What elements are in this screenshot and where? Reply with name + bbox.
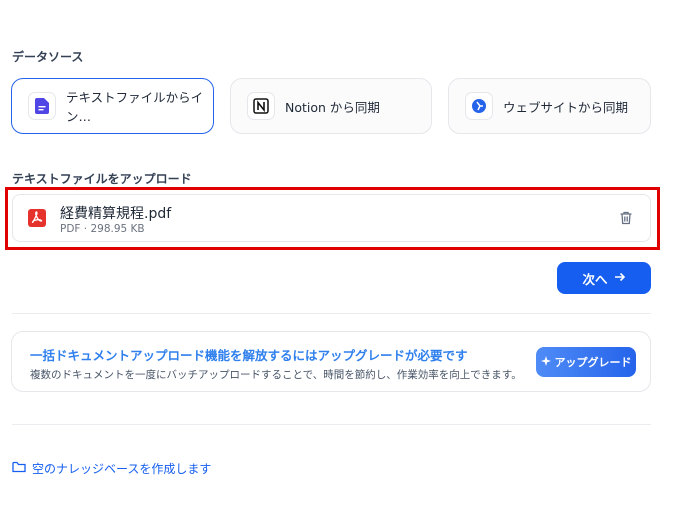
website-icon [465, 92, 493, 120]
uploaded-file-item[interactable]: 経費精算規程.pdf PDF · 298.95 KB [12, 194, 651, 242]
source-option-notion[interactable]: Notion から同期 [230, 78, 432, 134]
create-empty-label: 空のナレッジベースを作成します [32, 462, 212, 476]
upload-section-label: テキストファイルをアップロード [12, 172, 192, 186]
create-empty-knowledge-base-link[interactable]: 空のナレッジベースを作成します [12, 460, 211, 477]
sparkle-icon [540, 355, 551, 369]
source-option-label: ウェブサイトから同期 [503, 99, 629, 115]
file-meta: PDF · 298.95 KB [60, 223, 145, 235]
folder-icon [12, 461, 26, 476]
divider [12, 424, 651, 425]
upgrade-button-label: アップグレード [554, 356, 632, 369]
upgrade-title: 一括ドキュメントアップロード機能を解放するにはアップグレードが必要です [30, 348, 468, 363]
upgrade-button[interactable]: アップグレード [536, 347, 636, 377]
document-icon [28, 92, 56, 120]
upgrade-banner: 一括ドキュメントアップロード機能を解放するにはアップグレードが必要です 複数のド… [11, 331, 651, 392]
delete-file-icon[interactable] [618, 210, 634, 226]
data-source-label: データソース [12, 50, 84, 64]
source-option-text-file[interactable]: テキストファイルからイン… [11, 78, 214, 134]
upgrade-description: 複数のドキュメントを一度にバッチアップロードすることで、時間を節約し、作業効率を… [30, 369, 522, 381]
next-button[interactable]: 次へ [557, 262, 651, 294]
arrow-right-icon [614, 271, 626, 286]
source-option-label: Notion から同期 [285, 99, 380, 115]
source-option-website[interactable]: ウェブサイトから同期 [448, 78, 651, 134]
notion-icon [247, 92, 275, 120]
next-button-label: 次へ [582, 271, 608, 287]
pdf-icon [27, 208, 47, 228]
divider [12, 313, 651, 314]
file-name: 経費精算規程.pdf [60, 206, 172, 222]
source-option-label: テキストファイルからイン… [66, 90, 204, 124]
